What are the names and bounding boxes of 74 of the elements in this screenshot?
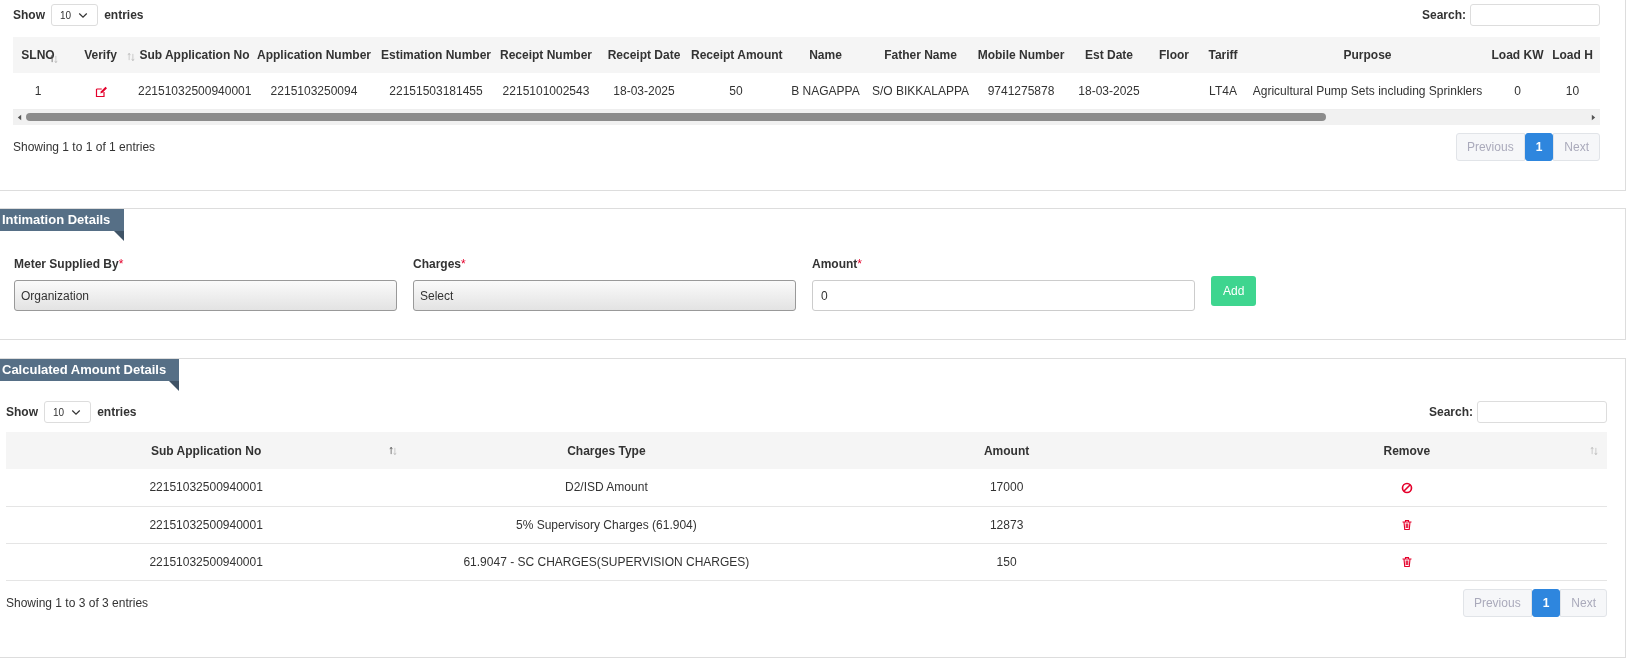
column-header[interactable]: Remove [1206,432,1607,469]
field-label: Charges* [413,256,467,273]
table-cell: Agricultural Pump Sets including Sprinklers [1252,83,1483,98]
page-button[interactable]: 1 [1531,588,1561,617]
table-cell: D2/ISD Amount [565,480,648,495]
column-header[interactable]: Sub Application No [6,432,407,469]
table-cell: 22151503181455 [389,83,483,98]
entries-label: entries [104,7,144,24]
select-field[interactable]: Organization [14,280,397,311]
ribbon-fold [114,231,124,241]
table-cell: 5% Supervisory Charges (61.904) [516,517,697,532]
column-header[interactable]: Verify [63,37,138,73]
field-label: Meter Supplied By* [14,256,125,273]
select-field[interactable]: Select [413,280,796,311]
search-label: Search: [1421,7,1466,24]
column-header[interactable]: Receipt Amount [691,37,781,73]
ribbon-fold [169,381,179,391]
table-cell: 22151032500940001 [149,480,263,495]
table-cell: B NAGAPPA [791,83,860,98]
search-field[interactable] [1477,401,1607,423]
entries-select[interactable]: 10 [44,401,92,423]
column-header[interactable]: Receipt Date [597,37,691,73]
table-cell: 12873 [989,517,1024,532]
trash-icon[interactable] [1400,519,1413,532]
column-header[interactable]: SLNO [13,37,63,73]
section-ribbon: Intimation Details [0,209,124,231]
column-header[interactable]: Purpose [1245,37,1490,73]
trash-icon[interactable] [1400,556,1413,569]
table-cell: 17000 [989,480,1024,495]
scroll-right-icon [1589,112,1598,122]
table-cell: 2215103250094 [270,83,358,98]
search-label: Search: [1428,404,1473,421]
table-cell: 22151032500940001 [149,517,263,532]
column-header[interactable]: Estimation Number [377,37,495,73]
table-cell: LT4A [1209,83,1237,98]
table-cell: 50 [729,83,743,98]
entries-info: Showing 1 to 1 of 1 entries [13,138,156,156]
table-cell: 22151032500940001 [149,554,263,569]
column-header[interactable]: Floor [1147,37,1201,73]
column-header[interactable]: Father Name [870,37,971,73]
show-label: Show [6,404,38,421]
amount-field[interactable]: 0 [812,280,1195,311]
table-cell: 18-03-2025 [613,83,675,98]
column-header[interactable]: Sub Application No [138,37,251,73]
table-cell: 1 [34,83,42,98]
edit-icon[interactable] [94,85,107,98]
entries-label: entries [97,404,137,421]
column-header[interactable]: Est Date [1071,37,1147,73]
column-header[interactable]: Application Number [251,37,377,73]
table-cell: 22151032500940001 [138,83,252,98]
column-header[interactable]: Receipt Number [495,37,597,73]
page-button[interactable]: 1 [1524,132,1554,161]
table-cell: 61.9047 - SC CHARGES(SUPERVISION CHARGES) [463,554,750,569]
column-header[interactable]: Load H [1545,37,1600,73]
column-header[interactable]: Load KW [1490,37,1545,73]
table-cell: 10 [1565,83,1580,98]
table-cell: S/O BIKKALAPPA [871,83,970,98]
field-label: Amount* [812,256,863,273]
table-cell: 0 [1514,83,1521,98]
search-field[interactable] [1470,4,1600,26]
column-header[interactable]: Tariff [1201,37,1245,73]
column-header[interactable]: Charges Type [406,432,807,469]
table-cell: 2215101002543 [502,83,590,98]
entries-select[interactable]: 10 [51,4,99,26]
table-cell: 150 [996,554,1017,569]
entries-info: Showing 1 to 3 of 3 entries [6,594,149,612]
table-cell: 9741275878 [987,83,1055,98]
column-header[interactable]: Amount [806,432,1207,469]
section-ribbon: Calculated Amount Details [0,359,179,381]
show-label: Show [13,7,45,24]
column-header[interactable]: Mobile Number [971,37,1071,73]
scroll-left-icon [15,112,24,122]
ban-icon[interactable] [1400,482,1413,495]
table-cell: 18-03-2025 [1078,83,1140,98]
